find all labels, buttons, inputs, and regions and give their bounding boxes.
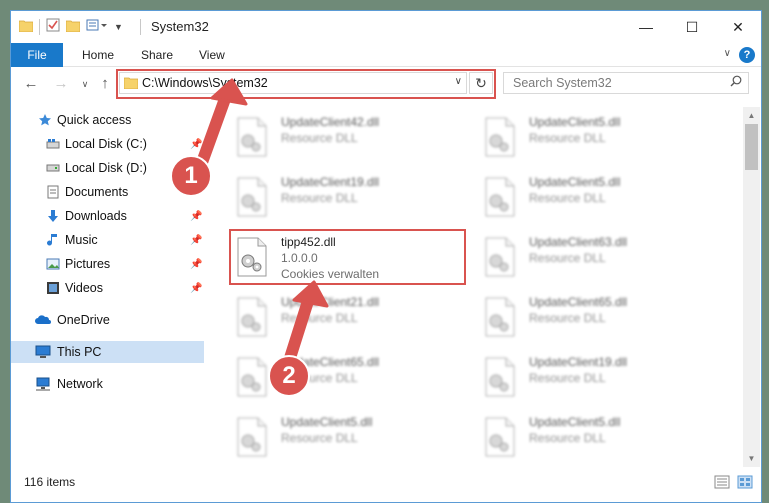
dll-file-icon (236, 117, 268, 157)
pin-icon: 📌 (190, 234, 203, 246)
minimize-button[interactable]: — (623, 11, 669, 43)
folder-icon (18, 19, 34, 35)
file-tile[interactable]: UpdateClient63.dll Resource DLL (478, 231, 710, 287)
dll-file-icon (484, 177, 516, 217)
toolbar-divider (39, 18, 40, 35)
tab-file[interactable]: File (11, 43, 63, 67)
file-tile[interactable]: UpdateClient21.dll Resource DLL (230, 291, 462, 347)
documents-icon (45, 184, 61, 200)
dll-file-icon (484, 297, 516, 337)
dll-file-icon (484, 117, 516, 157)
pictures-icon (45, 256, 61, 272)
file-tile[interactable]: UpdateClient65.dll Resource DLL (478, 291, 710, 347)
quick-access-toolbar: ▼ (18, 18, 123, 35)
window-title: System32 (151, 19, 209, 34)
new-folder-icon[interactable] (65, 19, 81, 35)
sidebar-item-network[interactable]: Network (11, 373, 204, 395)
search-box[interactable] (503, 72, 749, 94)
details-view-icon[interactable] (714, 475, 730, 489)
recent-locations-icon[interactable]: ∨ (75, 74, 95, 94)
dll-file-icon (484, 357, 516, 397)
ribbon-tabs: File Home Share View ∨ ? (11, 43, 761, 67)
dll-file-icon (236, 177, 268, 217)
vertical-scrollbar[interactable]: ▲ ▼ (743, 107, 760, 467)
onedrive-icon (35, 312, 51, 328)
address-bar-highlight (116, 69, 496, 99)
title-bar: ▼ System32 — ☐ ✕ (11, 11, 761, 43)
sidebar-item-quick-access[interactable]: Quick access (11, 109, 204, 131)
tab-home[interactable]: Home (82, 43, 114, 67)
sidebar-item-local-disk-c[interactable]: Local Disk (C:) 📌 (11, 133, 204, 155)
star-icon (37, 112, 53, 128)
scrollbar-thumb[interactable] (745, 124, 758, 170)
file-tile[interactable]: UpdateClient5.dll Resource DLL (478, 111, 710, 167)
step-2-badge: 2 (268, 355, 310, 397)
file-highlight (229, 229, 466, 285)
file-tile[interactable]: UpdateClient19.dll Resource DLL (230, 171, 462, 227)
dropdown-arrow-icon[interactable]: ▼ (114, 22, 123, 32)
file-tile[interactable]: UpdateClient5.dll Resource DLL (478, 411, 710, 467)
downloads-icon (45, 208, 61, 224)
close-button[interactable]: ✕ (715, 11, 761, 43)
pin-icon: 📌 (190, 138, 203, 150)
item-count: 116 items (24, 475, 76, 489)
drive-icon (45, 136, 61, 152)
tab-share[interactable]: Share (141, 43, 173, 67)
scroll-down-icon[interactable]: ▼ (743, 450, 760, 467)
dll-file-icon (484, 237, 516, 277)
expand-ribbon-icon[interactable]: ∨ (724, 48, 731, 59)
dll-file-icon (236, 297, 268, 337)
search-icon (730, 75, 742, 90)
drive-icon (45, 160, 61, 176)
pin-icon: 📌 (190, 258, 203, 270)
dll-file-icon (236, 417, 268, 457)
network-icon (35, 376, 51, 392)
pc-icon (35, 344, 51, 360)
sidebar-item-music[interactable]: Music 📌 (11, 229, 204, 251)
sidebar-item-downloads[interactable]: Downloads 📌 (11, 205, 204, 227)
search-input[interactable] (504, 73, 724, 93)
music-icon (45, 232, 61, 248)
dll-file-icon (236, 357, 268, 397)
file-list: UpdateClient42.dll Resource DLL UpdateCl… (208, 107, 743, 467)
sidebar-item-onedrive[interactable]: OneDrive (11, 309, 204, 331)
large-icons-view-icon[interactable] (737, 475, 753, 489)
help-icon[interactable]: ? (739, 47, 755, 63)
status-bar: 116 items (11, 469, 761, 502)
sidebar-item-pictures[interactable]: Pictures 📌 (11, 253, 204, 275)
sidebar-item-this-pc[interactable]: This PC (11, 341, 204, 363)
tab-view[interactable]: View (199, 43, 225, 67)
file-tile[interactable]: UpdateClient5.dll Resource DLL (230, 411, 462, 467)
sidebar-item-videos[interactable]: Videos 📌 (11, 277, 204, 299)
up-arrow-icon[interactable]: ↑ (95, 74, 115, 94)
maximize-button[interactable]: ☐ (669, 11, 715, 43)
videos-icon (45, 280, 61, 296)
pin-icon: 📌 (190, 210, 203, 222)
pin-icon: 📌 (190, 282, 203, 294)
file-tile[interactable]: UpdateClient19.dll Resource DLL (478, 351, 710, 407)
file-tile[interactable]: UpdateClient5.dll Resource DLL (478, 171, 710, 227)
back-arrow-icon[interactable]: ← (21, 74, 41, 94)
step-1-badge: 1 (170, 155, 212, 197)
file-tile[interactable]: UpdateClient42.dll Resource DLL (230, 111, 462, 167)
forward-arrow-icon[interactable]: → (51, 74, 71, 94)
title-divider (140, 19, 141, 35)
file-tile[interactable]: UpdateClient65.dll Resource DLL (230, 351, 462, 407)
scroll-up-icon[interactable]: ▲ (743, 107, 760, 124)
properties-icon[interactable] (46, 18, 60, 35)
dll-file-icon (484, 417, 516, 457)
customize-toolbar-icon[interactable] (86, 18, 108, 35)
